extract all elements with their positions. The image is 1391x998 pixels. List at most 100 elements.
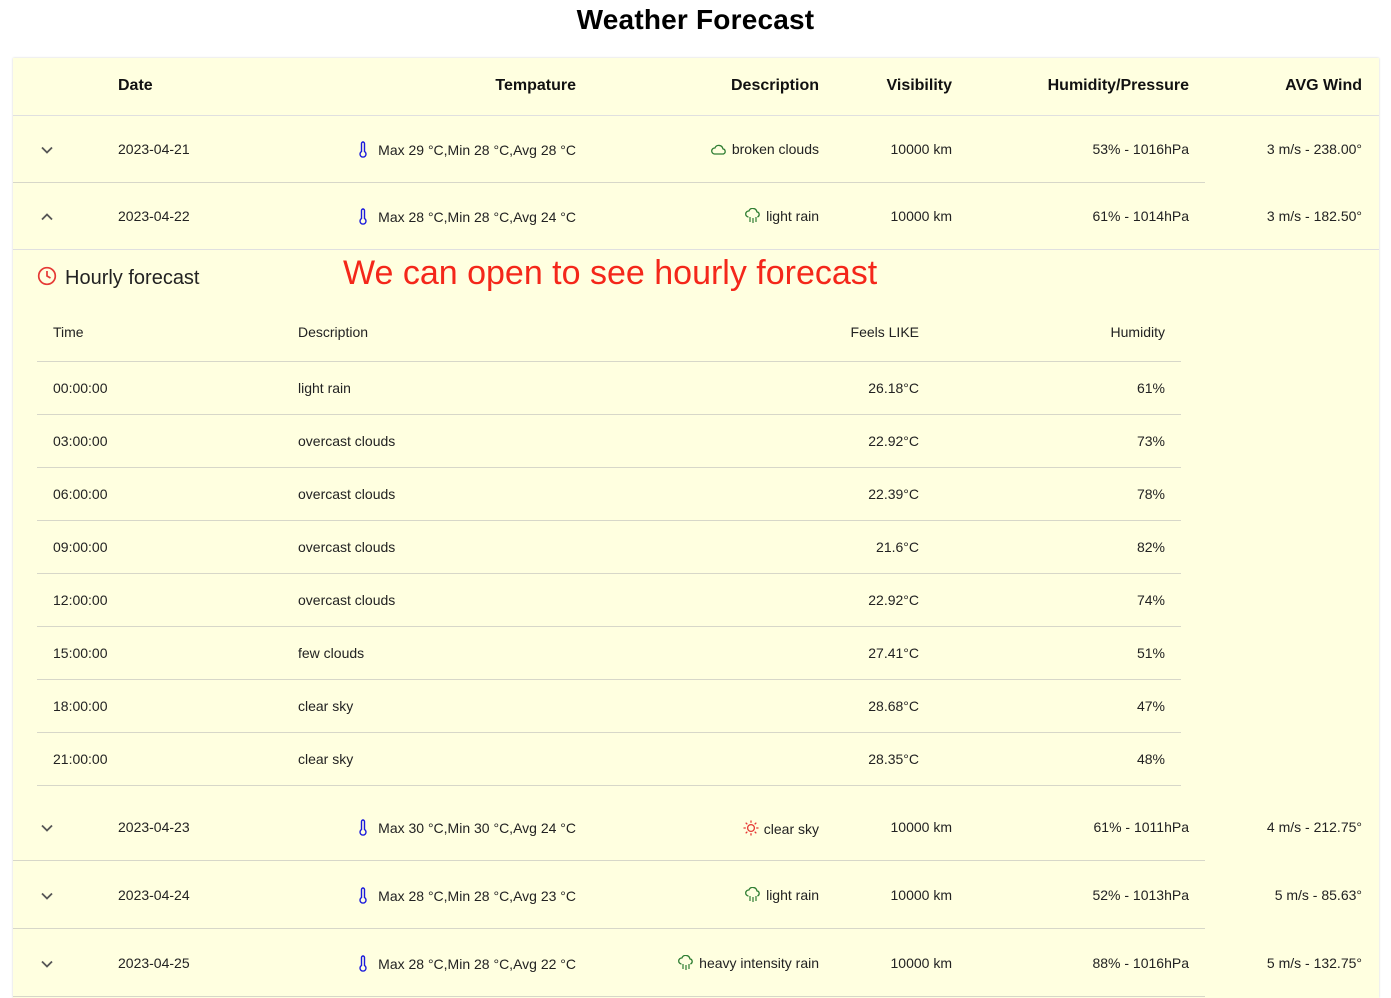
table-row: 2023-04-25 Max 28 °C,Min 28 °C,Avg 22 °C…	[13, 930, 1379, 997]
hourly-header-description: Description	[298, 324, 369, 340]
sun-icon	[743, 820, 759, 836]
hourly-forecast-title: Hourly forecast	[37, 266, 200, 290]
hourly-header-humidity: Humidity	[1110, 324, 1165, 340]
hourly-description: light rain	[298, 380, 351, 396]
clock-icon	[37, 266, 57, 286]
annotation-text: We can open to see hourly forecast	[343, 254, 878, 292]
hourly-header: Time Description Feels LIKE Humidity	[37, 312, 1181, 362]
thermometer-icon	[359, 141, 367, 158]
hourly-humidity: 48%	[1136, 751, 1165, 767]
row-date: 2023-04-25	[118, 955, 190, 971]
hourly-forecast-panel: Hourly forecast We can open to see hourl…	[13, 250, 1379, 795]
chevron-down-icon[interactable]	[38, 141, 56, 159]
row-temperature: Max 28 °C,Min 28 °C,Avg 22 °C	[213, 955, 576, 972]
temperature-text: Max 29 °C,Min 28 °C,Avg 28 °C	[378, 142, 576, 158]
thermometer-icon	[359, 208, 367, 225]
hourly-feels-like: 28.35°C	[868, 751, 919, 767]
table-row: 2023-04-21 Max 29 °C,Min 28 °C,Avg 28 °C…	[13, 116, 1379, 183]
table-row: 2023-04-22 Max 28 °C,Min 28 °C,Avg 24 °C…	[13, 183, 1379, 250]
hourly-humidity: 51%	[1136, 645, 1165, 661]
chevron-down-icon[interactable]	[38, 887, 56, 905]
hourly-row: 12:00:00 overcast clouds 22.92°C 74%	[37, 574, 1181, 627]
rain-cloud-icon	[745, 208, 760, 223]
row-humidity-pressure: 53% - 1016hPa	[1092, 141, 1189, 157]
hourly-row: 21:00:00 clear sky 28.35°C 48%	[37, 733, 1181, 786]
hourly-humidity: 47%	[1136, 698, 1165, 714]
description-text: light rain	[766, 208, 819, 224]
row-description: light rain	[593, 208, 819, 224]
hourly-feels-like: 22.39°C	[868, 486, 919, 502]
row-visibility: 10000 km	[890, 208, 952, 224]
hourly-time: 12:00:00	[53, 592, 108, 608]
hourly-row: 06:00:00 overcast clouds 22.39°C 78%	[37, 468, 1181, 521]
thermometer-icon	[359, 819, 367, 836]
hourly-humidity: 73%	[1136, 433, 1165, 449]
page-title: Weather Forecast	[576, 4, 815, 35]
row-avg-wind: 4 m/s - 212.75°	[1266, 819, 1362, 835]
hourly-row: 03:00:00 overcast clouds 22.92°C 73%	[37, 415, 1181, 468]
hourly-feels-like: 22.92°C	[868, 433, 919, 449]
row-avg-wind: 3 m/s - 238.00°	[1266, 141, 1362, 157]
row-date: 2023-04-21	[118, 141, 190, 157]
description-text: light rain	[766, 887, 819, 903]
hourly-description: overcast clouds	[298, 433, 396, 449]
thermometer-icon	[359, 887, 367, 904]
chevron-down-icon[interactable]	[38, 819, 56, 837]
table-header: Date Tempature Description Visibility Hu…	[13, 58, 1379, 116]
row-temperature: Max 28 °C,Min 28 °C,Avg 23 °C	[213, 887, 576, 904]
row-humidity-pressure: 88% - 1016hPa	[1092, 955, 1189, 971]
temperature-text: Max 30 °C,Min 30 °C,Avg 24 °C	[378, 820, 576, 836]
temperature-text: Max 28 °C,Min 28 °C,Avg 23 °C	[378, 888, 576, 904]
hourly-humidity: 61%	[1136, 380, 1165, 396]
hourly-time: 00:00:00	[53, 380, 108, 396]
forecast-table: Date Tempature Description Visibility Hu…	[13, 58, 1379, 998]
hourly-description: overcast clouds	[298, 592, 396, 608]
row-temperature: Max 29 °C,Min 28 °C,Avg 28 °C	[213, 141, 576, 158]
row-visibility: 10000 km	[890, 819, 952, 835]
chevron-down-icon[interactable]	[38, 955, 56, 973]
hourly-time: 06:00:00	[53, 486, 108, 502]
hourly-feels-like: 21.6°C	[876, 539, 919, 555]
table-row: 2023-04-23 Max 30 °C,Min 30 °C,Avg 24 °C…	[13, 794, 1379, 861]
hourly-description: clear sky	[298, 698, 354, 714]
row-description: heavy intensity rain	[593, 955, 819, 971]
hourly-description: overcast clouds	[298, 539, 396, 555]
row-description: broken clouds	[593, 141, 819, 157]
cloud-icon	[710, 144, 726, 155]
hourly-row: 18:00:00 clear sky 28.68°C 47%	[37, 680, 1181, 733]
row-temperature: Max 28 °C,Min 28 °C,Avg 24 °C	[213, 208, 576, 225]
hourly-humidity: 78%	[1136, 486, 1165, 502]
thermometer-icon	[359, 955, 367, 972]
rain-cloud-icon	[745, 887, 760, 902]
hourly-feels-like: 22.92°C	[868, 592, 919, 608]
hourly-description: clear sky	[298, 751, 354, 767]
hourly-feels-like: 27.41°C	[868, 645, 919, 661]
row-visibility: 10000 km	[890, 887, 952, 903]
hourly-row: 15:00:00 few clouds 27.41°C 51%	[37, 627, 1181, 680]
hourly-header-time: Time	[53, 324, 84, 340]
row-visibility: 10000 km	[890, 955, 952, 971]
header-date: Date	[118, 77, 153, 94]
row-description: clear sky	[593, 819, 819, 837]
header-avg-wind: AVG Wind	[1285, 77, 1362, 94]
row-humidity-pressure: 61% - 1011hPa	[1093, 819, 1189, 835]
header-visibility: Visibility	[886, 77, 952, 94]
hourly-row: 00:00:00 light rain 26.18°C 61%	[37, 362, 1181, 415]
hourly-time: 21:00:00	[53, 751, 108, 767]
row-date: 2023-04-23	[118, 819, 190, 835]
row-description: light rain	[593, 887, 819, 903]
hourly-feels-like: 28.68°C	[868, 698, 919, 714]
chevron-up-icon[interactable]	[38, 208, 56, 226]
row-date: 2023-04-24	[118, 887, 190, 903]
hourly-humidity: 74%	[1136, 592, 1165, 608]
rain-cloud-icon	[678, 955, 693, 970]
hourly-humidity: 82%	[1136, 539, 1165, 555]
row-humidity-pressure: 52% - 1013hPa	[1092, 887, 1189, 903]
row-avg-wind: 5 m/s - 132.75°	[1266, 955, 1362, 971]
description-text: heavy intensity rain	[699, 955, 819, 971]
description-text: clear sky	[763, 821, 819, 837]
hourly-time: 15:00:00	[53, 645, 108, 661]
hourly-time: 18:00:00	[53, 698, 108, 714]
header-temperature: Tempature	[495, 77, 576, 94]
table-row: 2023-04-24 Max 28 °C,Min 28 °C,Avg 23 °C…	[13, 862, 1379, 929]
